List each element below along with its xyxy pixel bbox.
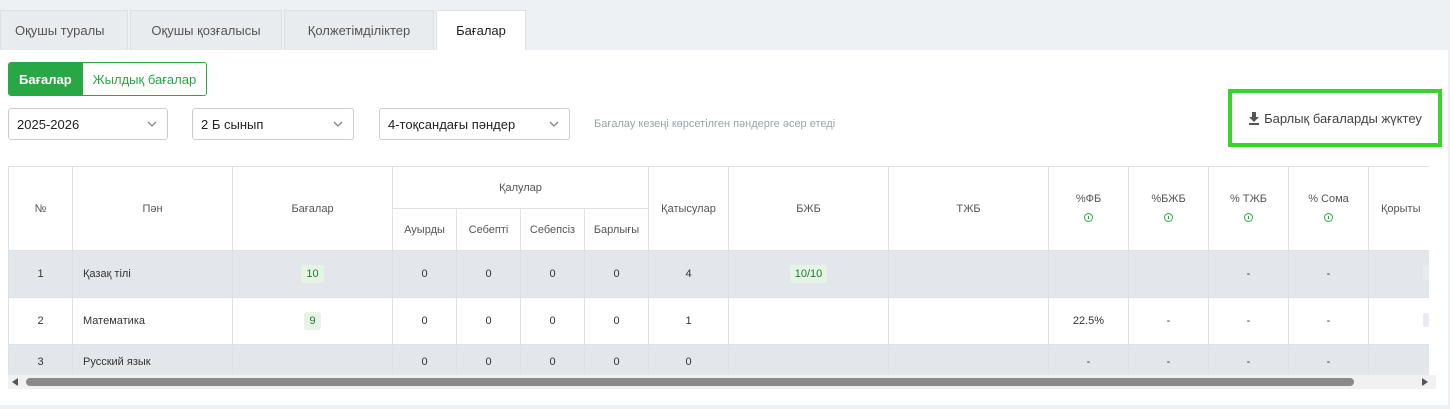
year-select[interactable]: 2025-2026 — [8, 108, 168, 140]
grades-panel: Бағалар Жылдық бағалар 2025-2026 2 Б сын… — [0, 50, 1448, 405]
header-attendance: Қатысулар — [648, 166, 729, 251]
table-row: 3 Русский язык 0 0 0 0 0 - - - - — [8, 344, 1429, 379]
info-icon[interactable] — [1164, 212, 1173, 222]
header-sick: Ауырды — [392, 208, 457, 251]
grades-view-toggle: Бағалар Жылдық бағалар — [8, 62, 208, 96]
info-icon[interactable] — [1084, 212, 1093, 222]
final-grade-cell[interactable] — [1422, 312, 1429, 327]
grade-badge[interactable]: 10 — [301, 265, 324, 283]
header-absences: Қалулар — [392, 166, 649, 209]
info-icon[interactable] — [1244, 212, 1253, 222]
grading-period-note: Бағалау кезеңі көрсетілген пәндерге әсер… — [594, 118, 836, 130]
header-total: Барлығы — [584, 208, 649, 251]
download-label: Барлық бағаларды жүктеу — [1264, 110, 1422, 126]
chevron-down-icon — [333, 121, 343, 127]
chevron-down-icon — [147, 121, 157, 127]
horizontal-scrollbar[interactable] — [8, 375, 1436, 389]
header-percent-sum: % Сома — [1288, 166, 1369, 251]
scroll-left-arrow-icon[interactable] — [12, 378, 18, 386]
header-grades: Бағалар — [232, 166, 393, 251]
scrollbar-thumb[interactable] — [26, 378, 1354, 386]
tab-bar: Оқушы туралы Оқушы қозғалысы Қолжетімділ… — [0, 10, 528, 50]
tab-grades[interactable]: Бағалар — [436, 10, 526, 50]
header-bzb: БЖБ — [728, 166, 889, 251]
scroll-right-arrow-icon[interactable] — [1422, 378, 1428, 386]
header-percent-bzb: %БЖБ — [1128, 166, 1209, 251]
class-select-value: 2 Б сынып — [201, 116, 264, 132]
subjects-select[interactable]: 4-тоқсандағы пәндер — [379, 108, 570, 140]
yearly-grades-toggle-button[interactable]: Жылдық бағалар — [81, 63, 207, 95]
table-row: 2 Математика 9 0 0 0 0 1 22.5% - - - — [8, 297, 1429, 345]
table-row: 1 Қазақ тілі 10 0 0 0 0 4 10/10 - - — [8, 250, 1429, 298]
tab-student-movement[interactable]: Оқушы қозғалысы — [130, 10, 282, 50]
tab-student-info[interactable]: Оқушы туралы — [0, 10, 128, 50]
final-grade-cell[interactable] — [1422, 265, 1429, 280]
header-subject: Пән — [72, 166, 233, 251]
header-number: № — [8, 166, 73, 251]
header-unexcused: Себепсіз — [520, 208, 585, 251]
header-final: Қорыты — [1368, 166, 1429, 251]
chevron-down-icon — [549, 121, 559, 127]
year-select-value: 2025-2026 — [17, 116, 80, 132]
class-select[interactable]: 2 Б сынып — [192, 108, 354, 140]
download-icon — [1249, 111, 1260, 125]
subjects-select-value: 4-тоқсандағы пәндер — [388, 116, 516, 132]
grade-badge[interactable]: 9 — [304, 312, 321, 330]
download-all-grades-button[interactable]: Барлық бағаларды жүктеу — [1228, 89, 1442, 147]
grades-toggle-button[interactable]: Бағалар — [9, 63, 82, 95]
grades-table: № Пән Бағалар Қалулар Қатысулар БЖБ ТЖБ … — [8, 166, 1429, 379]
header-percent-tzb: % ТЖБ — [1208, 166, 1289, 251]
header-tzb: ТЖБ — [888, 166, 1049, 251]
header-excused: Себепті — [456, 208, 521, 251]
tab-access[interactable]: Қолжетімділіктер — [284, 10, 434, 50]
info-icon[interactable] — [1324, 212, 1333, 222]
header-percent-fb: %ФБ — [1048, 166, 1129, 251]
bzb-badge[interactable]: 10/10 — [789, 265, 828, 283]
